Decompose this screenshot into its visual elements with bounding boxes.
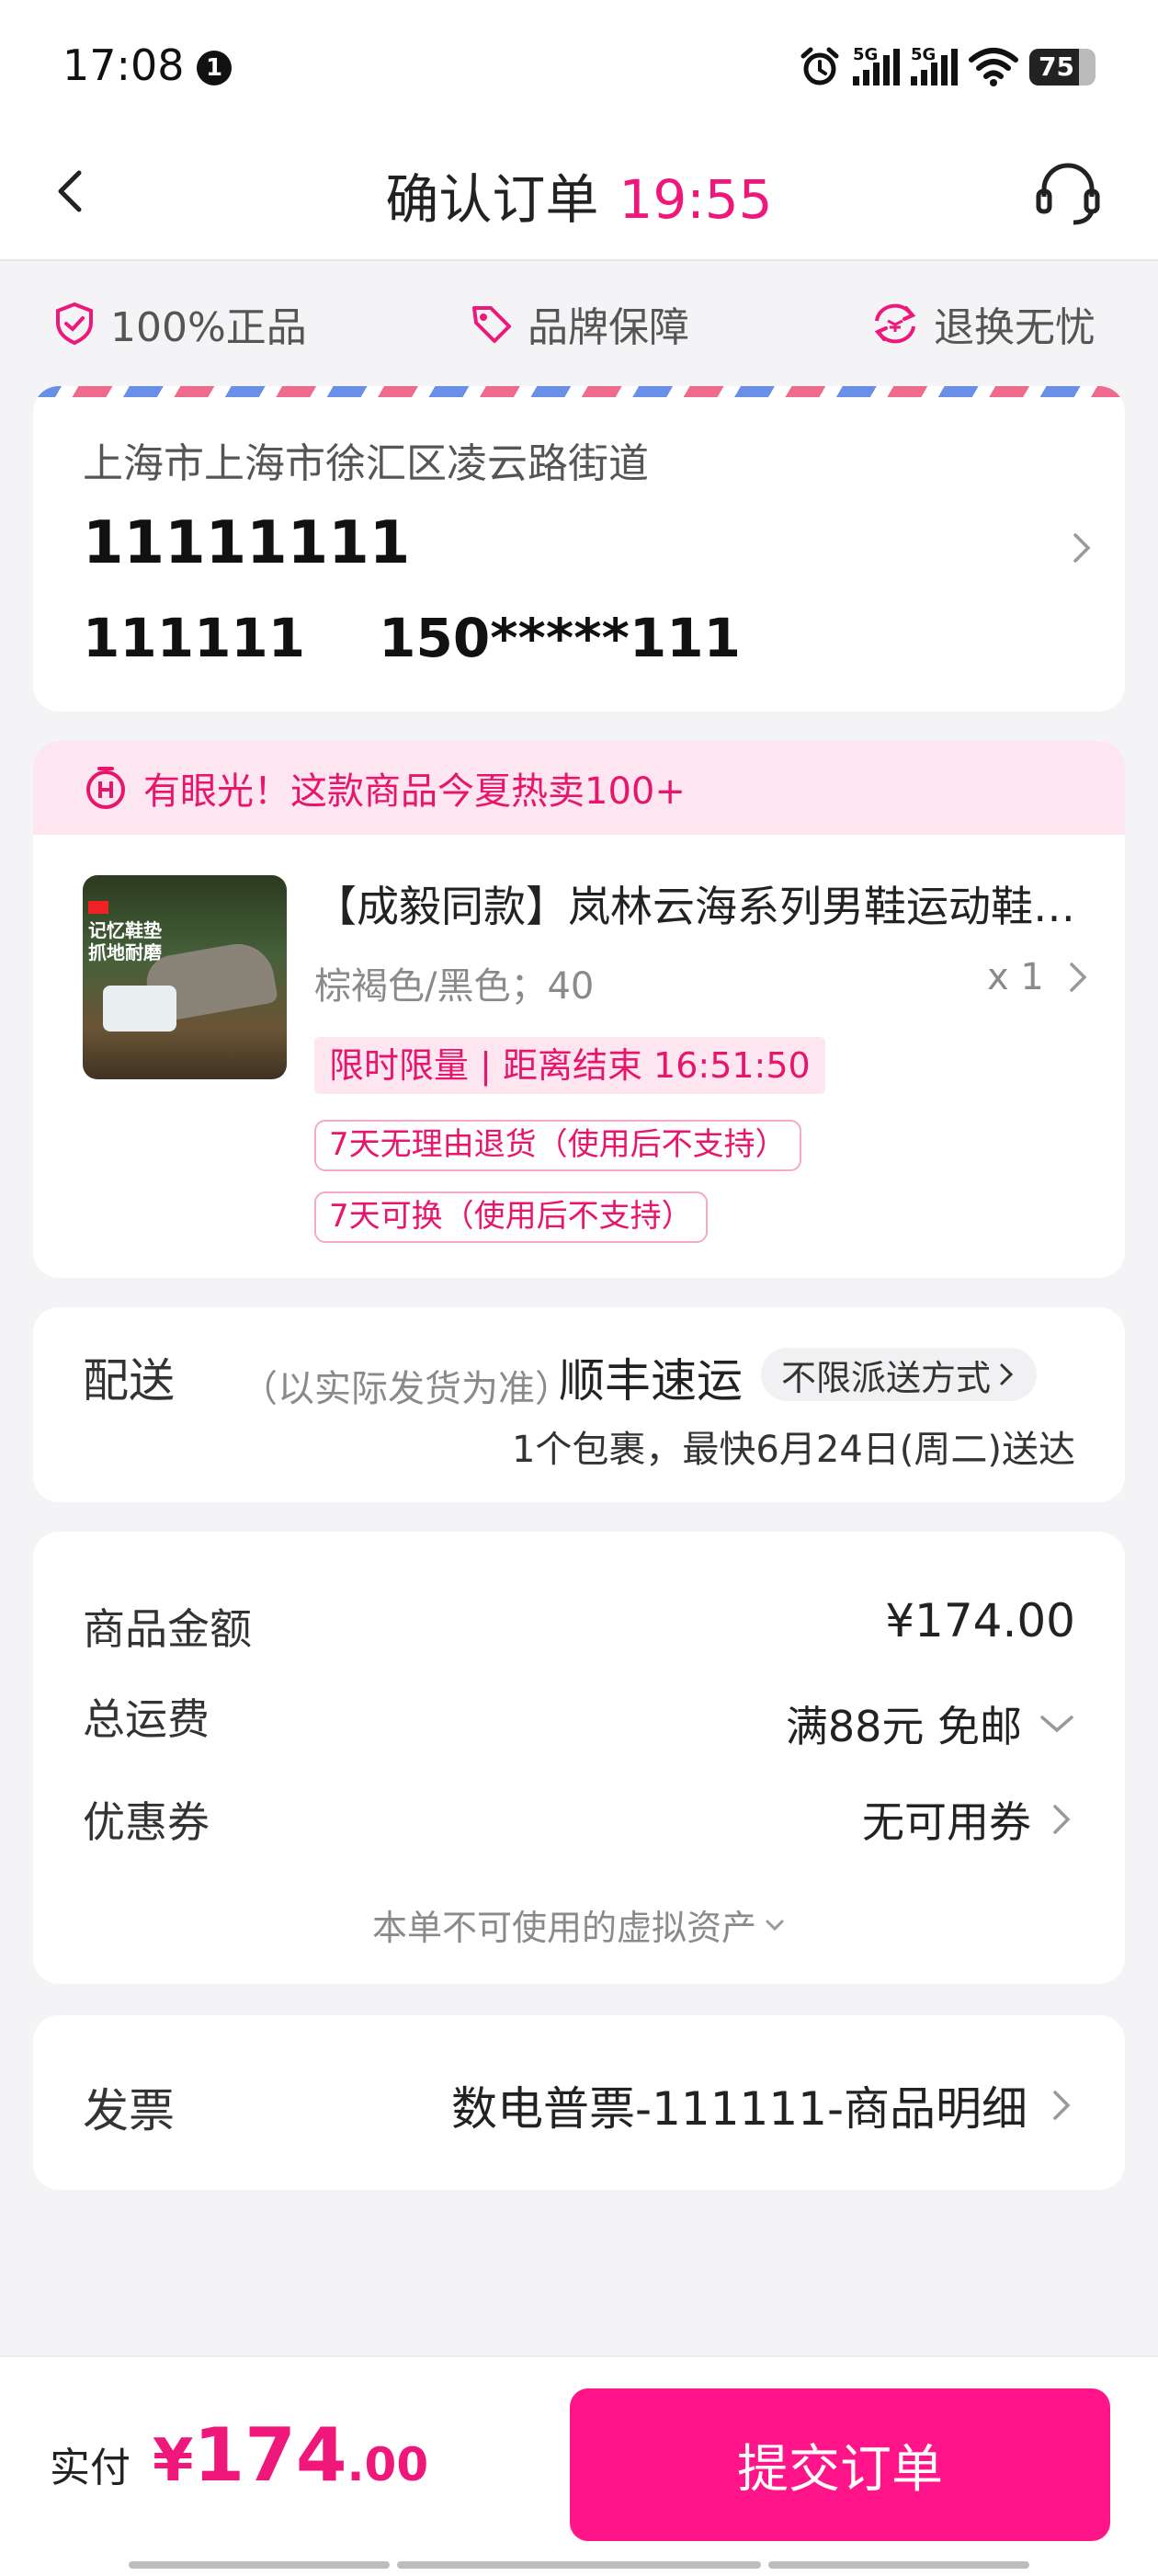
alarm-icon [800,47,839,85]
shipping-note: （以实际发货为准） [241,1368,572,1410]
return-policy-tag: 7天无理由退货（使用后不支持） [314,1120,801,1171]
goods-amount-value: ¥174.00 [885,1594,1075,1647]
price-summary-card: 商品金额 ¥174.00 总运费 满88元 免邮 优惠券 无可用券 本单不可使用… [33,1532,1125,1984]
quantity-selector[interactable]: x 1 [987,956,1092,998]
address-contact: 111111 150*****111 [83,607,741,669]
guarantee-authentic: 100%正品 [51,294,307,353]
coupon-text: 无可用券 [862,1797,1031,1847]
shipping-mode-selector[interactable]: 不限派送方式 [761,1348,1038,1401]
gesture-bar [397,2561,761,2569]
chevron-right-icon [1070,963,1087,992]
insole-shape [103,986,176,1032]
address-name: 11111111 [83,509,411,577]
chevron-down-icon [1040,1715,1073,1733]
promo-banner: 有眼光！这款商品今夏热卖100+ [33,741,1125,835]
image-caption: 抓地耐磨 [88,941,162,963]
freight-text: 满88元 免邮 [785,1702,1022,1751]
battery-icon: 75 [1029,49,1096,85]
brand-logo [88,901,108,914]
chevron-down-icon [766,1920,784,1931]
shipping-label: 配送 [83,1354,175,1408]
gesture-bar [768,2561,1029,2569]
virtual-assets-toggle[interactable]: 本单不可使用的虚拟资产 [33,1899,1125,1950]
chevron-right-icon [1053,1805,1071,1834]
amount-integer: 174 [193,2412,347,2498]
notification-badge: 1 [197,51,232,85]
page-title-text: 确认订单 [385,168,599,231]
customer-service-icon[interactable] [1031,156,1105,230]
flash-sale-badge: 限时限量 | 距离结束 16:51:50 [314,1037,825,1094]
coupon-label: 优惠券 [83,1797,210,1847]
currency-symbol: ¥ [153,2427,194,2495]
submit-order-button[interactable]: 提交订单 [570,2388,1110,2541]
gesture-bar [129,2561,390,2569]
status-time: 17:08 [62,40,185,90]
freight-value[interactable]: 满88元 免邮 [786,1693,1075,1754]
exchange-icon [874,303,916,344]
invoice-text: 数电普票-111111-商品明细 [451,2082,1027,2136]
goods-amount-text: ¥174.00 [885,1594,1075,1647]
chevron-right-icon [1073,533,1091,563]
guarantee-return: 退换无忧 [869,294,1096,353]
freight-label: 总运费 [83,1694,210,1744]
goods-amount-label: 商品金额 [83,1604,252,1654]
guarantee-brand: 品牌保障 [469,294,689,353]
countdown-timer: 19:55 [619,168,773,231]
chevron-right-icon [1053,2091,1071,2120]
product-title[interactable]: 【成毅同款】岚林云海系列男鞋运动鞋… [314,873,1086,934]
image-caption: 记忆鞋垫 [88,919,162,941]
receiver-phone: 150*****111 [379,607,741,669]
shipping-card: 配送 （以实际发货为准） 顺丰速运 不限派送方式 1个包裹，最快6月24日(周二… [33,1307,1125,1502]
address-line: 上海市上海市徐汇区凌云路街道 [83,440,649,487]
product-card: 有眼光！这款商品今夏热卖100+ 记忆鞋垫 抓地耐磨 【成毅同款】岚林云海系列男… [33,741,1125,1278]
chevron-right-icon [1000,1363,1014,1385]
exchange-policy-tag: 7天可换（使用后不支持） [314,1191,708,1243]
shield-check-icon [56,302,93,346]
guarantee-label: 退换无忧 [934,304,1096,351]
pay-label: 实付 [50,2445,131,2491]
shipping-carrier: 顺丰速运 [559,1354,743,1408]
address-card[interactable]: 上海市上海市徐汇区凌云路街道 11111111 111111 150*****11… [33,386,1125,712]
signal-icon: 5G [853,45,900,85]
invoice-value: 数电普票-111111-商品明细 [451,2072,1075,2138]
shipping-mode-label: 不限派送方式 [781,1357,992,1398]
quantity-value: x 1 [987,956,1044,998]
pay-amount: ¥174.00 [153,2412,428,2498]
product-image[interactable]: 记忆鞋垫 抓地耐磨 [83,875,287,1079]
invoice-card[interactable]: 发票 数电普票-111111-商品明细 [33,2015,1125,2190]
promo-text: 有眼光！这款商品今夏热卖100+ [143,770,686,813]
airmail-stripe [33,386,1125,397]
guarantee-label: 100%正品 [110,304,307,351]
status-icons: 5G 5G 75 [798,44,1096,90]
receiver-name: 111111 [83,607,306,669]
tag-icon [472,306,511,343]
wifi-icon [969,48,1018,86]
product-spec: 棕褐色/黑色；40 [314,965,595,1008]
amount-decimal: .00 [346,2438,429,2491]
invoice-label: 发票 [83,2084,175,2137]
signal-icon: 5G [911,45,958,85]
page-title: 确认订单 19:55 [0,156,1158,234]
delivery-eta: 1个包裹，最快6月24日(周二)送达 [511,1429,1075,1471]
virtual-assets-text: 本单不可使用的虚拟资产 [371,1908,756,1948]
hot-timer-icon [86,767,125,809]
coupon-value[interactable]: 无可用券 [862,1789,1075,1850]
guarantee-label: 品牌保障 [528,304,689,351]
